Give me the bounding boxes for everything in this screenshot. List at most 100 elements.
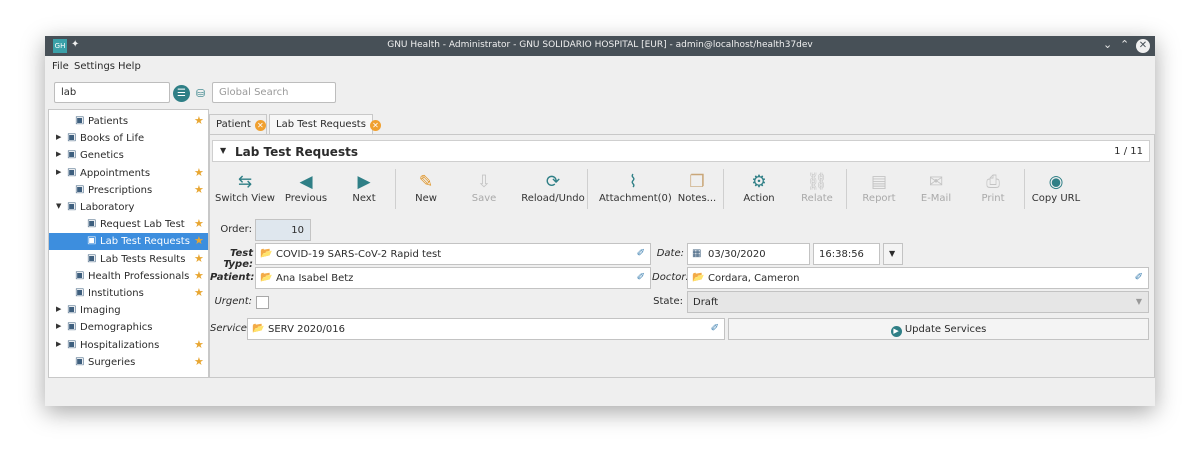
sidebar-item-prescriptions[interactable]: ▣ Prescriptions ★ — [49, 182, 208, 199]
folder-icon[interactable]: 📂 — [260, 248, 272, 259]
favorite-star-icon[interactable]: ★ — [194, 183, 204, 196]
scalpel-icon: ▣ — [75, 355, 85, 367]
sidebar-item-label: Prescriptions — [88, 184, 153, 196]
new-button[interactable]: ✎ New — [396, 171, 456, 204]
chevron-right-icon[interactable]: ▶ — [56, 340, 61, 348]
toolbar-label: Copy URL — [1031, 193, 1081, 204]
clear-icon[interactable]: ✐ — [1135, 272, 1143, 283]
folder-icon[interactable]: 📂 — [252, 323, 264, 334]
form-area: ▼ Lab Test Requests 1 / 11 ⇆ Switch View ◀… — [209, 134, 1155, 378]
time-dropdown-button[interactable]: ▼ — [883, 243, 903, 265]
database-icon[interactable]: ⛁ — [196, 87, 205, 100]
clear-icon[interactable]: ✐ — [637, 272, 645, 283]
action-button[interactable]: ⚙ Action — [729, 171, 789, 204]
sidebar-item-demographics[interactable]: ▶ ▣ Demographics — [49, 319, 208, 336]
order-field[interactable]: 10 — [255, 219, 311, 241]
favorite-star-icon[interactable]: ★ — [194, 338, 204, 351]
save-button[interactable]: ⇩ Save — [454, 171, 514, 204]
sidebar-item-label: Patients — [88, 116, 129, 127]
sidebar-item-imaging[interactable]: ▶ ▣ Imaging — [49, 302, 208, 319]
folder-icon[interactable]: 📂 — [260, 272, 272, 283]
chevron-right-icon[interactable]: ▶ — [56, 322, 61, 330]
urgent-checkbox[interactable] — [256, 296, 269, 309]
patient-field[interactable]: 📂 Ana Isabel Betz ✐ — [255, 267, 651, 289]
menu-help[interactable]: Help — [118, 61, 141, 72]
sidebar-item-genetics[interactable]: ▶ ▣ Genetics — [49, 147, 208, 164]
previous-button[interactable]: ◀ Previous — [276, 171, 336, 204]
update-services-label: Update Services — [904, 324, 987, 335]
sidebar-item-appointments[interactable]: ▶ ▣ Appointments ★ — [49, 165, 208, 182]
folder-icon[interactable]: 📂 — [692, 272, 704, 283]
state-select[interactable]: Draft ▼ — [687, 291, 1149, 313]
sidebar-item-laboratory[interactable]: ▼ ▣ Laboratory — [49, 199, 208, 216]
sidebar-item-surgeries[interactable]: ▣ Surgeries ★ — [49, 354, 208, 371]
close-icon[interactable]: ✕ — [1136, 39, 1150, 53]
sidebar-item-label: Surgeries — [88, 356, 136, 368]
chevron-right-icon[interactable]: ▶ — [56, 168, 61, 176]
title-bar: GH ✦ GNU Health - Administrator - GNU SO… — [45, 36, 1155, 56]
menu-settings[interactable]: Settings — [74, 61, 115, 72]
chevron-right-icon[interactable]: ▶ — [56, 133, 61, 141]
service-field[interactable]: 📂 SERV 2020/016 ✐ — [247, 318, 725, 340]
reload-undo-button[interactable]: ⟳ Reload/Undo — [519, 171, 587, 204]
favorite-star-icon[interactable]: ★ — [194, 269, 204, 282]
chevron-down-icon[interactable]: ▼ — [56, 202, 61, 210]
favorite-star-icon[interactable]: ★ — [194, 234, 204, 247]
attachment-0-button[interactable]: ⌇ Attachment(0) — [599, 171, 672, 204]
maximize-icon[interactable]: ⌃ — [1120, 38, 1129, 51]
favorite-star-icon[interactable]: ★ — [194, 217, 204, 230]
favorite-star-icon[interactable]: ★ — [194, 114, 204, 127]
sidebar-item-lab-tests-results[interactable]: ▣ Lab Tests Results ★ — [49, 251, 208, 268]
next-button[interactable]: ▶ Next — [334, 171, 394, 204]
relate-icon: ⛓ — [806, 172, 828, 192]
sidebar-item-books-of-life[interactable]: ▶ ▣ Books of Life — [49, 130, 208, 147]
sidebar-item-label: Institutions — [88, 288, 144, 299]
date-field[interactable]: ▦ 03/30/2020 — [687, 243, 810, 265]
test-type-field[interactable]: 📂 COVID-19 SARS-CoV-2 Rapid test ✐ — [255, 243, 651, 265]
print-button[interactable]: ⎙ Print — [963, 171, 1023, 204]
sidebar-item-lab-test-requests[interactable]: ▣ Lab Test Requests ★ — [49, 233, 208, 251]
search-go-icon[interactable]: ☰ — [173, 85, 190, 102]
chevron-right-icon[interactable]: ▶ — [56, 150, 61, 158]
tab-patient[interactable]: Patient ✕ — [209, 114, 267, 134]
sidebar-item-request-lab-test[interactable]: ▣ Request Lab Test ★ — [49, 216, 208, 233]
time-value: 16:38:56 — [819, 249, 864, 260]
bed-icon: ▣ — [67, 338, 77, 350]
sidebar-item-institutions[interactable]: ▣ Institutions ★ — [49, 285, 208, 302]
window-title: GNU Health - Administrator - GNU SOLIDAR… — [387, 40, 813, 50]
calendar-icon[interactable]: ▦ — [692, 248, 701, 259]
switch-view-button[interactable]: ⇆ Switch View — [215, 171, 275, 204]
clear-icon[interactable]: ✐ — [637, 248, 645, 259]
sidebar-item-patients[interactable]: ▣ Patients ★ — [49, 113, 208, 130]
update-services-button[interactable]: ▶ Update Services — [728, 318, 1149, 340]
favorite-star-icon[interactable]: ★ — [194, 166, 204, 179]
record-count: 1 / 11 — [1114, 146, 1143, 157]
previous-icon: ◀ — [299, 172, 313, 192]
report-button[interactable]: ▤ Report — [849, 171, 909, 204]
favorite-star-icon[interactable]: ★ — [194, 355, 204, 368]
favorite-star-icon[interactable]: ★ — [194, 286, 204, 299]
tab-lab-test-requests[interactable]: Lab Test Requests ✕ — [269, 114, 381, 134]
toolbar-label: New — [415, 193, 437, 204]
doctor-field[interactable]: 📂 Cordara, Cameron ✐ — [687, 267, 1149, 289]
gear-icon: ▣ — [87, 218, 97, 230]
time-field[interactable]: 16:38:56 — [813, 243, 880, 265]
close-tab-icon[interactable]: ✕ — [254, 120, 266, 131]
close-tab-icon[interactable]: ✕ — [369, 120, 381, 131]
menu-search-input[interactable]: lab — [54, 82, 170, 103]
collapse-icon[interactable]: ▼ — [220, 146, 226, 155]
notes-button[interactable]: ❐ Notes... — [667, 171, 727, 204]
menu-file[interactable]: File — [52, 61, 69, 72]
minimize-icon[interactable]: ⌄ — [1103, 38, 1112, 51]
clear-icon[interactable]: ✐ — [711, 323, 719, 334]
favorite-star-icon[interactable]: ★ — [194, 252, 204, 265]
e-mail-button[interactable]: ✉ E-Mail — [906, 171, 966, 204]
toolbar-separator — [587, 169, 588, 209]
sidebar-item-health-professionals[interactable]: ▣ Health Professionals ★ — [49, 268, 208, 285]
sidebar-item-hospitalizations[interactable]: ▶ ▣ Hospitalizations ★ — [49, 337, 208, 354]
date-label: Date: — [656, 248, 684, 259]
chevron-right-icon[interactable]: ▶ — [56, 305, 61, 313]
relate-button[interactable]: ⛓ Relate — [787, 171, 847, 204]
global-search-input[interactable]: Global Search — [212, 82, 336, 103]
copy-url-button[interactable]: ◉ Copy URL — [1026, 171, 1086, 204]
